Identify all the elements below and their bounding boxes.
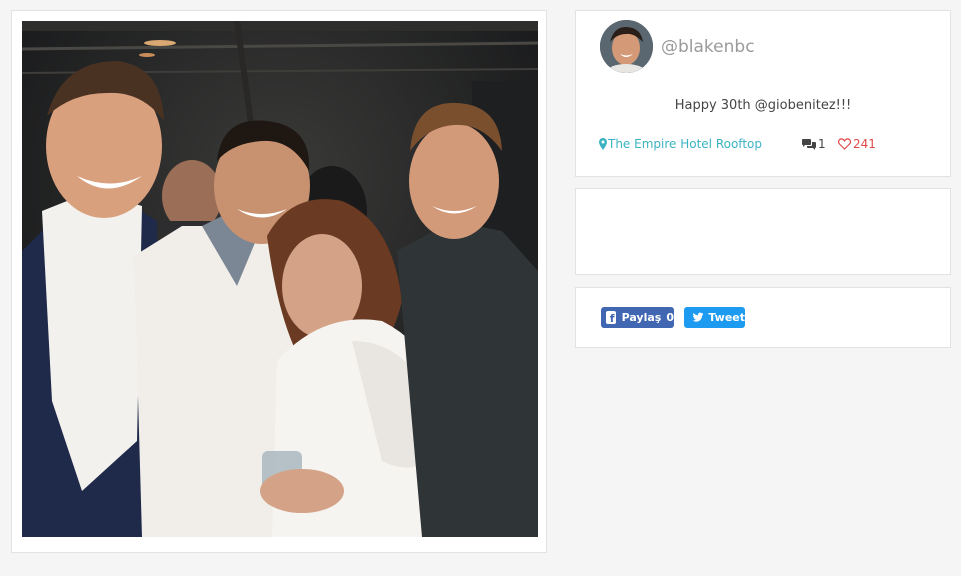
- location-label: The Empire Hotel Rooftop: [608, 137, 762, 151]
- facebook-share-button[interactable]: f Paylaş 0: [601, 307, 674, 328]
- heart-icon: [838, 138, 851, 150]
- facebook-share-label: Paylaş: [621, 311, 662, 324]
- empty-panel: [575, 188, 951, 275]
- photo-card: [11, 10, 547, 553]
- comments-icon: [802, 138, 816, 150]
- tweet-label: Tweet: [708, 311, 745, 324]
- twitter-icon: [692, 312, 704, 322]
- location-link[interactable]: The Empire Hotel Rooftop: [599, 137, 762, 151]
- comments-count-label: 1: [818, 137, 826, 151]
- post-caption: Happy 30th @giobenitez!!!: [674, 98, 852, 113]
- post-info-panel: @blakenbc Happy 30th @giobenitez!!! The …: [575, 10, 951, 177]
- likes-count-label: 241: [853, 137, 876, 151]
- comments-count[interactable]: 1: [802, 137, 826, 151]
- photo-illustration: [22, 21, 538, 537]
- user-avatar[interactable]: [600, 20, 653, 73]
- username[interactable]: @blakenbc: [661, 37, 755, 57]
- share-panel: f Paylaş 0 Tweet: [575, 287, 951, 348]
- likes-count[interactable]: 241: [838, 137, 876, 151]
- post-photo[interactable]: [22, 21, 538, 537]
- map-pin-icon: [599, 138, 607, 150]
- tweet-button[interactable]: Tweet: [684, 307, 745, 328]
- avatar-image: [600, 20, 653, 73]
- post-meta-row: The Empire Hotel Rooftop 1 241: [599, 137, 930, 153]
- facebook-share-count: 0: [666, 311, 674, 324]
- facebook-icon: f: [606, 311, 616, 324]
